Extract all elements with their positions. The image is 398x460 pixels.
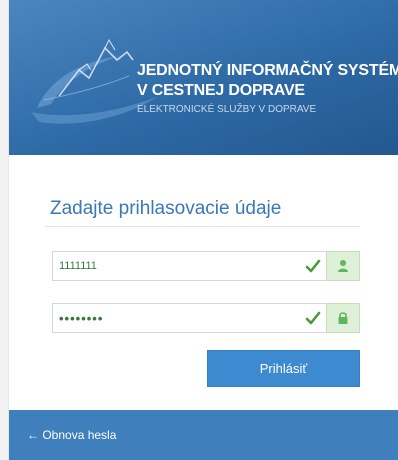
password-input[interactable] <box>53 304 303 332</box>
page-edge <box>0 0 9 460</box>
system-subtitle: ELEKTRONICKÉ SLUŽBY V DOPRAVE <box>137 104 317 115</box>
system-title-line2: V CESTNEJ DOPRAVE <box>137 82 305 99</box>
check-icon <box>305 259 321 273</box>
username-addon <box>326 251 360 281</box>
password-addon <box>326 303 360 333</box>
footer-bar: ← Obnova hesla <box>9 410 398 460</box>
login-button[interactable]: Prihlásiť <box>207 350 360 387</box>
password-reset-link[interactable]: ← Obnova hesla <box>27 428 116 442</box>
header-banner: JEDNOTNÝ INFORMAČNÝ SYSTÉM V CESTNEJ DOP… <box>9 0 398 155</box>
heading-divider <box>45 226 360 227</box>
password-field <box>52 303 360 333</box>
login-page: JEDNOTNÝ INFORMAČNÝ SYSTÉM V CESTNEJ DOP… <box>0 0 398 460</box>
lock-icon <box>338 312 348 324</box>
check-icon <box>305 311 321 325</box>
login-heading: Zadajte prihlasovacie údaje <box>50 198 282 219</box>
username-input[interactable] <box>53 252 303 280</box>
password-reset-label: Obnova hesla <box>42 428 117 442</box>
user-icon <box>338 260 348 272</box>
username-field <box>52 251 360 281</box>
system-title-line1: JEDNOTNÝ INFORMAČNÝ SYSTÉM <box>137 62 398 79</box>
arrow-left-icon: ← <box>27 428 39 442</box>
